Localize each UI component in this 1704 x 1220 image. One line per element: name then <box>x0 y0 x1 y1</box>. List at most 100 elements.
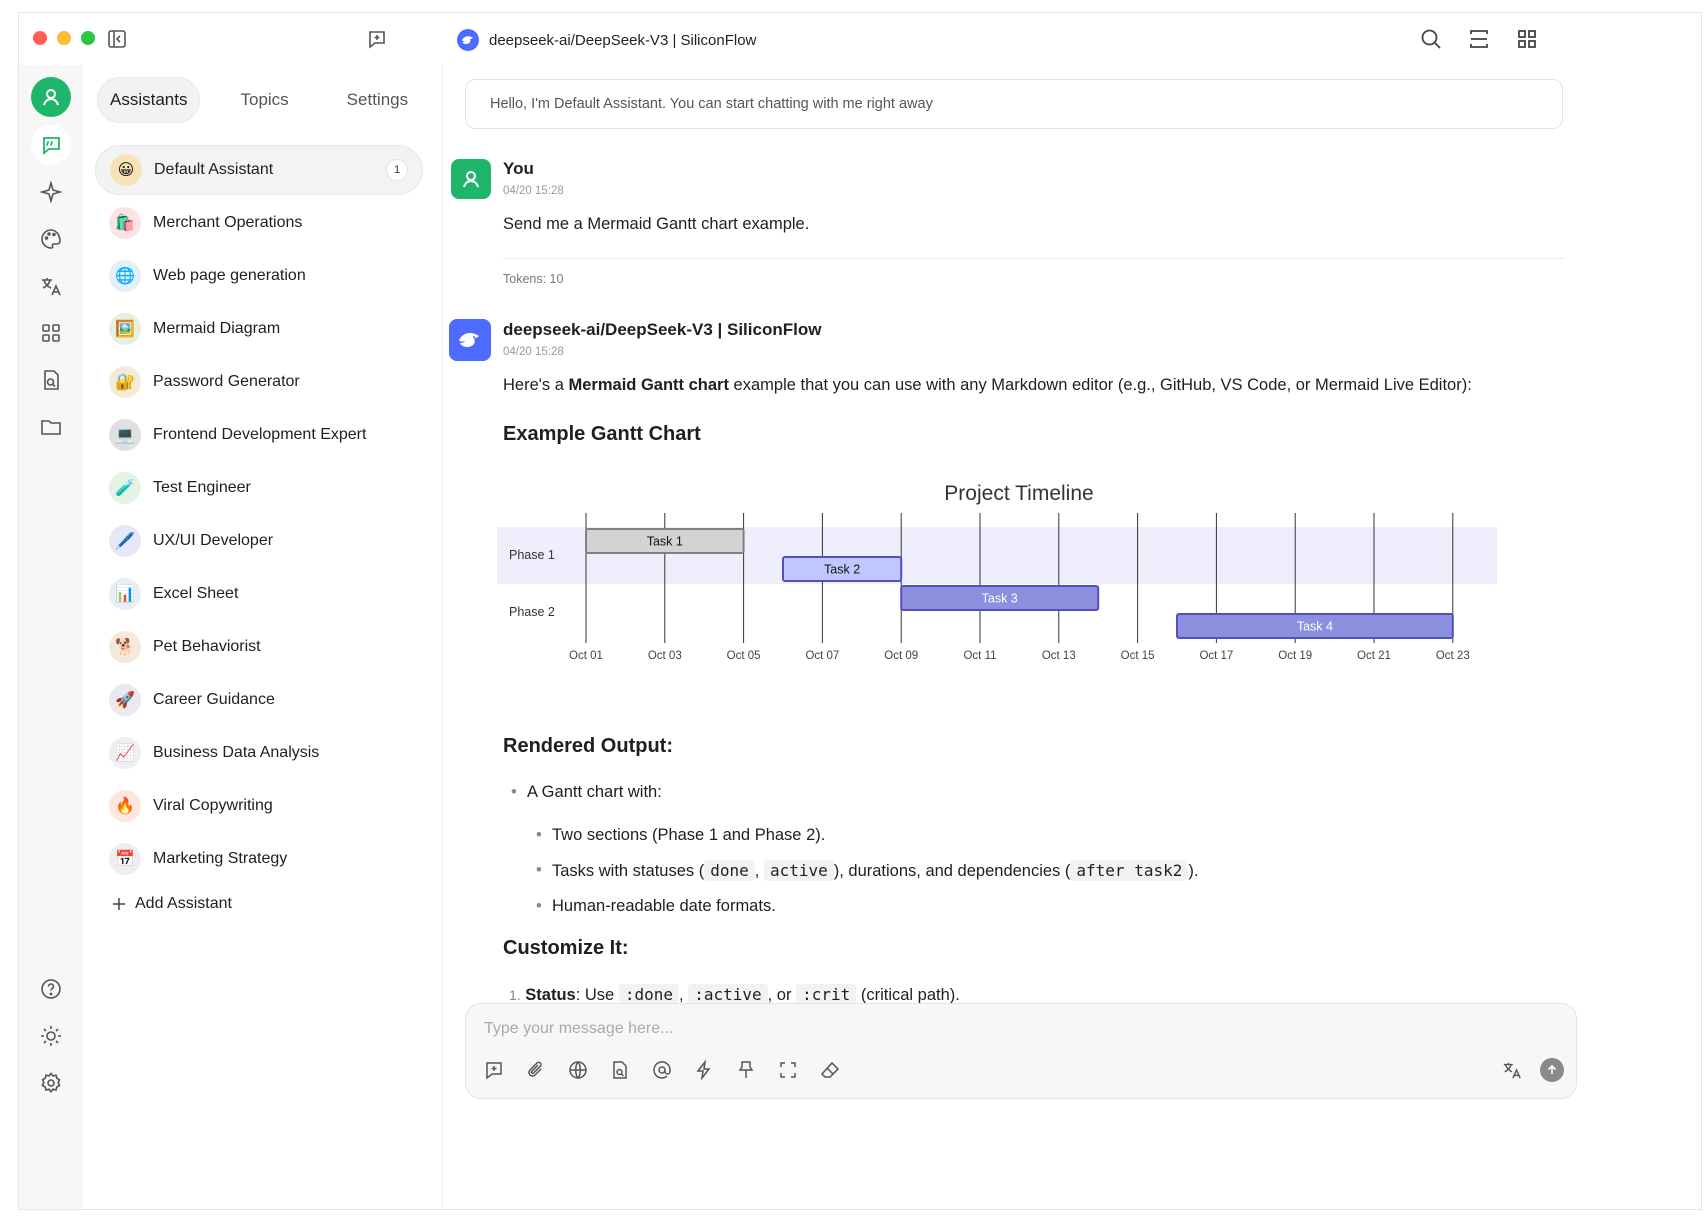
assistant-emoji-icon: 🔐 <box>109 366 141 398</box>
user-message-name: You <box>503 159 534 178</box>
close-window-button[interactable] <box>33 31 47 45</box>
bot-message-avatar <box>449 319 491 361</box>
assistant-name: Web page generation <box>153 267 306 284</box>
assistant-name: Mermaid Diagram <box>153 320 281 337</box>
gantt-chart: Project Timeline Oct 01 Oct 03 Oct 05 Oct 07… <box>497 482 1497 662</box>
tab-settings[interactable]: Settings <box>335 77 420 123</box>
maximize-window-button[interactable] <box>81 31 95 45</box>
assistant-name: Excel Sheet <box>153 585 239 602</box>
search-icon[interactable] <box>1419 27 1443 51</box>
doc-search-icon[interactable] <box>606 1056 634 1084</box>
user-message-text: Send me a Mermaid Gantt chart example. <box>503 215 810 233</box>
tab-assistants[interactable]: Assistants <box>97 77 201 123</box>
apps-icon[interactable] <box>31 313 71 353</box>
gantt-tick-label: Oct 23 <box>1436 650 1470 662</box>
assistant-item[interactable]: 🌐 Web page generation <box>95 251 423 301</box>
assistant-emoji-icon: 🌐 <box>109 260 141 292</box>
add-assistant-button[interactable]: Add Assistant <box>111 895 232 913</box>
assistant-item[interactable]: 📊 Excel Sheet <box>95 569 423 619</box>
bot-intro-text: Here's a Mermaid Gantt chart example tha… <box>503 376 1472 395</box>
assistant-name: Default Assistant <box>154 161 274 178</box>
eraser-icon[interactable] <box>816 1056 844 1084</box>
message-composer[interactable]: Type your message here... <box>465 1003 1577 1099</box>
assistant-item[interactable]: 📈 Business Data Analysis <box>95 728 423 778</box>
new-topic-icon[interactable] <box>480 1056 508 1084</box>
assistant-item[interactable]: 📅 Marketing Strategy <box>95 834 423 884</box>
intro-pre: Here's a <box>503 376 569 394</box>
assistant-emoji-icon: 🛍️ <box>109 207 141 239</box>
bot-message-name: deepseek-ai/DeepSeek-V3 | SiliconFlow <box>503 320 822 339</box>
assistant-name: Password Generator <box>153 373 300 390</box>
assistant-item[interactable]: 🛍️ Merchant Operations <box>95 198 423 248</box>
sidebar-toggle-icon[interactable] <box>105 27 129 51</box>
assistant-item[interactable]: 🖊️ UX/UI Developer <box>95 516 423 566</box>
gantt-task-label: Task 3 <box>982 592 1018 606</box>
mention-icon[interactable] <box>648 1056 676 1084</box>
message-input[interactable]: Type your message here... <box>484 1020 673 1038</box>
layout-icon[interactable] <box>1467 27 1491 51</box>
new-topic-icon[interactable] <box>365 27 389 51</box>
gantt-tick-label: Oct 07 <box>805 650 839 662</box>
send-button[interactable] <box>1540 1058 1564 1082</box>
assistant-name: Test Engineer <box>153 479 251 496</box>
minimize-window-button[interactable] <box>57 31 71 45</box>
palette-icon[interactable] <box>31 219 71 259</box>
apps-grid-icon[interactable] <box>1515 27 1539 51</box>
assistant-item[interactable]: 💻 Frontend Development Expert <box>95 410 423 460</box>
app-window: deepseek-ai/DeepSeek-V3 | SiliconFlow As… <box>18 12 1702 1210</box>
gantt-task-label: Task 2 <box>824 563 860 577</box>
gantt-tick-label: Oct 09 <box>884 650 918 662</box>
assistant-item[interactable]: 🔥 Viral Copywriting <box>95 781 423 831</box>
bot-message-time: 04/20 15:28 <box>503 346 564 358</box>
pin-icon[interactable] <box>732 1056 760 1084</box>
gantt-tick-label: Oct 01 <box>569 650 603 662</box>
gantt-tick-label: Oct 11 <box>963 650 996 662</box>
assistant-emoji-icon: 🚀 <box>109 684 141 716</box>
assistant-panel: Assistants Topics Settings 😀 Default Assi… <box>83 65 443 1209</box>
token-count: Tokens: 10 <box>503 272 564 286</box>
chat-icon[interactable] <box>31 125 71 165</box>
gantt-tick-label: Oct 13 <box>1042 650 1076 662</box>
doc-search-icon[interactable] <box>31 360 71 400</box>
gantt-tick-label: Oct 05 <box>727 650 761 662</box>
assistant-name: Career Guidance <box>153 691 275 708</box>
fullscreen-icon[interactable] <box>774 1056 802 1084</box>
assistant-name: UX/UI Developer <box>153 532 274 549</box>
intro-bold: Mermaid Gantt chart <box>568 376 729 394</box>
sparkle-icon[interactable] <box>31 172 71 212</box>
assistant-item[interactable]: 🖼️ Mermaid Diagram <box>95 304 423 354</box>
attachment-icon[interactable] <box>522 1056 550 1084</box>
assistant-item[interactable]: 🚀 Career Guidance <box>95 675 423 725</box>
globe-icon[interactable] <box>564 1056 592 1084</box>
sun-icon[interactable] <box>31 1016 71 1056</box>
help-icon[interactable] <box>31 969 71 1009</box>
intro-post: example that you can use with any Markdo… <box>728 376 1472 394</box>
gear-icon[interactable] <box>31 1063 71 1103</box>
welcome-banner: Hello, I'm Default Assistant. You can st… <box>465 79 1563 129</box>
assistant-emoji-icon: 📅 <box>109 843 141 875</box>
assistant-emoji-icon: 📊 <box>109 578 141 610</box>
assistant-emoji-icon: 🧪 <box>109 472 141 504</box>
assistant-item[interactable]: 🧪 Test Engineer <box>95 463 423 513</box>
assistant-emoji-icon: 📈 <box>109 737 141 769</box>
folder-icon[interactable] <box>31 407 71 447</box>
gantt-tick-label: Oct 21 <box>1357 650 1391 662</box>
assistant-item[interactable]: 🔐 Password Generator <box>95 357 423 407</box>
translate-icon[interactable] <box>31 266 71 306</box>
assistant-name: Frontend Development Expert <box>153 426 367 443</box>
assistant-emoji-icon: 😀 <box>110 154 142 186</box>
assistant-list: 😀 Default Assistant 1 🛍️ Merchant Operations… <box>95 145 423 887</box>
lightning-icon[interactable] <box>690 1056 718 1084</box>
user-message-time: 04/20 15:28 <box>503 185 564 197</box>
gantt-tick-label: Oct 03 <box>648 650 682 662</box>
tab-topics[interactable]: Topics <box>228 77 300 123</box>
translate-icon[interactable] <box>1498 1056 1526 1084</box>
assistant-item[interactable]: 😀 Default Assistant 1 <box>95 145 423 195</box>
user-avatar[interactable] <box>31 77 71 117</box>
panel-tabs: Assistants Topics Settings <box>97 77 420 123</box>
gantt-task-label: Task 1 <box>647 535 683 549</box>
assistant-item[interactable]: 🐕 Pet Behaviorist <box>95 622 423 672</box>
title-bar: deepseek-ai/DeepSeek-V3 | SiliconFlow <box>19 13 1701 65</box>
arrow-up-icon <box>1547 1064 1557 1074</box>
gantt-tick-label: Oct 15 <box>1121 650 1155 662</box>
